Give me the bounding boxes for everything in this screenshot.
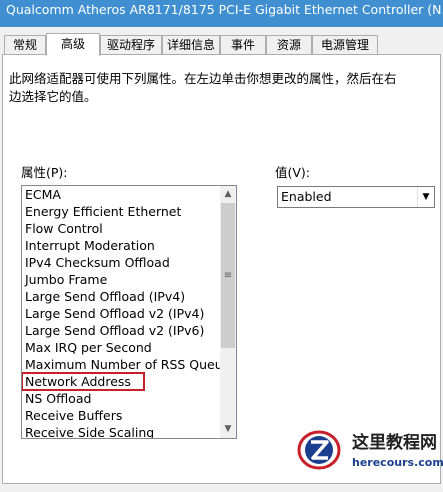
list-item[interactable]: ECMA — [22, 186, 221, 203]
list-item[interactable]: Maximum Number of RSS Queue — [22, 356, 221, 373]
property-list: ECMA Energy Efficient Ethernet Flow Cont… — [22, 186, 221, 438]
tab-power-management[interactable]: 电源管理 — [312, 35, 378, 55]
scroll-down-icon[interactable]: ▼ — [220, 421, 236, 438]
watermark-title: 这里教程网 — [352, 433, 437, 453]
property-label: 属性(P): — [21, 165, 68, 180]
description-text: 此网络适配器可使用下列属性。在左边单击你想更改的属性，然后在右 边选择它的值。 — [9, 70, 419, 106]
value-dropdown-selected: Enabled — [281, 189, 332, 204]
window-title: Qualcomm Atheros AR8171/8175 PCI-E Gigab… — [6, 2, 443, 17]
scroll-thumb[interactable]: ≡ — [221, 203, 235, 348]
list-item[interactable]: IPv4 Checksum Offload — [22, 254, 221, 271]
value-label: 值(V): — [275, 165, 311, 180]
chevron-down-icon[interactable]: ▼ — [417, 187, 434, 207]
tab-details[interactable]: 详细信息 — [162, 35, 220, 55]
tab-strip: 常规 高级 驱动程序 详细信息 事件 资源 电源管理 — [0, 33, 443, 56]
list-item[interactable]: Flow Control — [22, 220, 221, 237]
list-item[interactable]: Large Send Offload v2 (IPv4) — [22, 305, 221, 322]
list-item[interactable]: Receive Side Scaling — [22, 424, 221, 438]
description-line-1: 此网络适配器可使用下列属性。在左边单击你想更改的属性，然后在右 — [9, 71, 397, 86]
property-list-scrollbar[interactable]: ▲ ≡ ▼ — [220, 186, 236, 438]
description-line-2: 边选择它的值。 — [9, 89, 97, 104]
tab-general[interactable]: 常规 — [4, 35, 46, 55]
list-item[interactable]: Receive Buffers — [22, 407, 221, 424]
tab-events[interactable]: 事件 — [220, 35, 266, 55]
list-item[interactable]: Energy Efficient Ethernet — [22, 203, 221, 220]
list-item[interactable]: Large Send Offload v2 (IPv6) — [22, 322, 221, 339]
list-item[interactable]: Interrupt Moderation — [22, 237, 221, 254]
list-item[interactable]: Max IRQ per Second — [22, 339, 221, 356]
scroll-up-icon[interactable]: ▲ — [220, 186, 236, 203]
site-watermark: 这里教程网 herecours.com — [292, 420, 443, 488]
list-item[interactable]: Large Send Offload (IPv4) — [22, 288, 221, 305]
tab-advanced[interactable]: 高级 — [46, 33, 100, 56]
property-listbox[interactable]: ECMA Energy Efficient Ethernet Flow Cont… — [21, 185, 237, 439]
tab-resources[interactable]: 资源 — [266, 35, 312, 55]
watermark-logo-icon — [297, 430, 341, 470]
watermark-url: herecours.com — [352, 456, 443, 469]
list-item-network-address[interactable]: Network Address — [22, 372, 145, 391]
tab-driver[interactable]: 驱动程序 — [100, 35, 162, 55]
list-item[interactable]: Jumbo Frame — [22, 271, 221, 288]
window-title-bar[interactable]: Qualcomm Atheros AR8171/8175 PCI-E Gigab… — [0, 0, 443, 27]
value-dropdown[interactable]: Enabled ▼ — [277, 186, 435, 208]
list-item[interactable]: NS Offload — [22, 390, 221, 407]
